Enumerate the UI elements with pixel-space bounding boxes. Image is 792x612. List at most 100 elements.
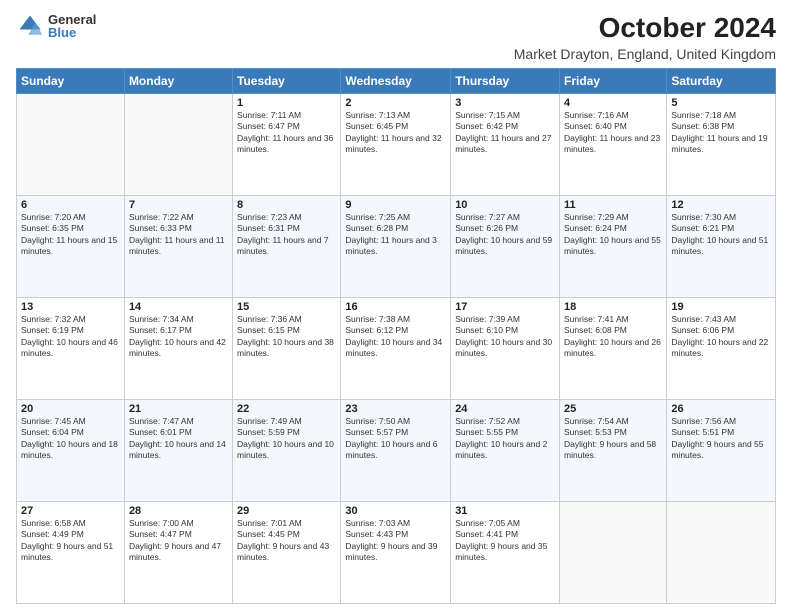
logo-blue-text: Blue	[48, 26, 96, 39]
cell-info: Sunrise: 7:29 AM Sunset: 6:24 PM Dayligh…	[564, 212, 662, 258]
cell-info: Sunrise: 7:22 AM Sunset: 6:33 PM Dayligh…	[129, 212, 228, 258]
day-number: 30	[345, 505, 446, 517]
calendar-cell: 12Sunrise: 7:30 AM Sunset: 6:21 PM Dayli…	[667, 196, 776, 298]
day-header-tuesday: Tuesday	[233, 69, 341, 94]
day-number: 12	[671, 199, 771, 211]
calendar-cell: 28Sunrise: 7:00 AM Sunset: 4:47 PM Dayli…	[124, 502, 232, 604]
cell-info: Sunrise: 7:45 AM Sunset: 6:04 PM Dayligh…	[21, 416, 120, 462]
calendar-cell	[560, 502, 667, 604]
logo-icon	[16, 12, 44, 40]
calendar-cell: 17Sunrise: 7:39 AM Sunset: 6:10 PM Dayli…	[451, 298, 560, 400]
calendar-table: SundayMondayTuesdayWednesdayThursdayFrid…	[16, 68, 776, 604]
calendar-cell: 23Sunrise: 7:50 AM Sunset: 5:57 PM Dayli…	[341, 400, 451, 502]
day-number: 18	[564, 301, 662, 313]
day-number: 9	[345, 199, 446, 211]
calendar-cell: 14Sunrise: 7:34 AM Sunset: 6:17 PM Dayli…	[124, 298, 232, 400]
cell-info: Sunrise: 7:54 AM Sunset: 5:53 PM Dayligh…	[564, 416, 662, 462]
day-number: 6	[21, 199, 120, 211]
day-number: 11	[564, 199, 662, 211]
cell-info: Sunrise: 7:50 AM Sunset: 5:57 PM Dayligh…	[345, 416, 446, 462]
subtitle: Market Drayton, England, United Kingdom	[514, 46, 776, 62]
day-number: 17	[455, 301, 555, 313]
calendar-cell: 13Sunrise: 7:32 AM Sunset: 6:19 PM Dayli…	[17, 298, 125, 400]
cell-info: Sunrise: 7:56 AM Sunset: 5:51 PM Dayligh…	[671, 416, 771, 462]
day-number: 29	[237, 505, 336, 517]
calendar-cell: 25Sunrise: 7:54 AM Sunset: 5:53 PM Dayli…	[560, 400, 667, 502]
day-number: 27	[21, 505, 120, 517]
calendar-cell: 1Sunrise: 7:11 AM Sunset: 6:47 PM Daylig…	[233, 94, 341, 196]
cell-info: Sunrise: 7:25 AM Sunset: 6:28 PM Dayligh…	[345, 212, 446, 258]
calendar-cell: 21Sunrise: 7:47 AM Sunset: 6:01 PM Dayli…	[124, 400, 232, 502]
calendar-cell: 29Sunrise: 7:01 AM Sunset: 4:45 PM Dayli…	[233, 502, 341, 604]
day-number: 24	[455, 403, 555, 415]
calendar-cell: 6Sunrise: 7:20 AM Sunset: 6:35 PM Daylig…	[17, 196, 125, 298]
cell-info: Sunrise: 7:00 AM Sunset: 4:47 PM Dayligh…	[129, 518, 228, 564]
logo: General Blue	[16, 12, 96, 40]
cell-info: Sunrise: 7:32 AM Sunset: 6:19 PM Dayligh…	[21, 314, 120, 360]
cell-info: Sunrise: 7:18 AM Sunset: 6:38 PM Dayligh…	[671, 110, 771, 156]
cell-info: Sunrise: 7:16 AM Sunset: 6:40 PM Dayligh…	[564, 110, 662, 156]
day-header-thursday: Thursday	[451, 69, 560, 94]
day-number: 13	[21, 301, 120, 313]
cell-info: Sunrise: 6:58 AM Sunset: 4:49 PM Dayligh…	[21, 518, 120, 564]
day-header-monday: Monday	[124, 69, 232, 94]
day-number: 16	[345, 301, 446, 313]
day-number: 22	[237, 403, 336, 415]
day-number: 21	[129, 403, 228, 415]
day-number: 4	[564, 97, 662, 109]
day-number: 23	[345, 403, 446, 415]
cell-info: Sunrise: 7:23 AM Sunset: 6:31 PM Dayligh…	[237, 212, 336, 258]
day-number: 14	[129, 301, 228, 313]
cell-info: Sunrise: 7:27 AM Sunset: 6:26 PM Dayligh…	[455, 212, 555, 258]
calendar-cell: 19Sunrise: 7:43 AM Sunset: 6:06 PM Dayli…	[667, 298, 776, 400]
calendar-cell: 4Sunrise: 7:16 AM Sunset: 6:40 PM Daylig…	[560, 94, 667, 196]
calendar-cell: 18Sunrise: 7:41 AM Sunset: 6:08 PM Dayli…	[560, 298, 667, 400]
calendar-cell: 9Sunrise: 7:25 AM Sunset: 6:28 PM Daylig…	[341, 196, 451, 298]
cell-info: Sunrise: 7:05 AM Sunset: 4:41 PM Dayligh…	[455, 518, 555, 564]
day-number: 3	[455, 97, 555, 109]
calendar-week-3: 13Sunrise: 7:32 AM Sunset: 6:19 PM Dayli…	[17, 298, 776, 400]
calendar-cell: 5Sunrise: 7:18 AM Sunset: 6:38 PM Daylig…	[667, 94, 776, 196]
calendar-cell	[17, 94, 125, 196]
cell-info: Sunrise: 7:30 AM Sunset: 6:21 PM Dayligh…	[671, 212, 771, 258]
calendar-week-4: 20Sunrise: 7:45 AM Sunset: 6:04 PM Dayli…	[17, 400, 776, 502]
calendar-cell: 20Sunrise: 7:45 AM Sunset: 6:04 PM Dayli…	[17, 400, 125, 502]
day-number: 26	[671, 403, 771, 415]
calendar-cell: 16Sunrise: 7:38 AM Sunset: 6:12 PM Dayli…	[341, 298, 451, 400]
day-number: 1	[237, 97, 336, 109]
logo-text: General Blue	[48, 13, 96, 39]
calendar-cell: 3Sunrise: 7:15 AM Sunset: 6:42 PM Daylig…	[451, 94, 560, 196]
cell-info: Sunrise: 7:41 AM Sunset: 6:08 PM Dayligh…	[564, 314, 662, 360]
calendar-cell: 30Sunrise: 7:03 AM Sunset: 4:43 PM Dayli…	[341, 502, 451, 604]
calendar-cell: 15Sunrise: 7:36 AM Sunset: 6:15 PM Dayli…	[233, 298, 341, 400]
calendar-cell: 26Sunrise: 7:56 AM Sunset: 5:51 PM Dayli…	[667, 400, 776, 502]
day-number: 20	[21, 403, 120, 415]
title-block: October 2024 Market Drayton, England, Un…	[514, 12, 776, 62]
calendar-header-row: SundayMondayTuesdayWednesdayThursdayFrid…	[17, 69, 776, 94]
calendar-week-2: 6Sunrise: 7:20 AM Sunset: 6:35 PM Daylig…	[17, 196, 776, 298]
calendar-cell	[124, 94, 232, 196]
calendar-cell: 2Sunrise: 7:13 AM Sunset: 6:45 PM Daylig…	[341, 94, 451, 196]
cell-info: Sunrise: 7:15 AM Sunset: 6:42 PM Dayligh…	[455, 110, 555, 156]
calendar-cell: 22Sunrise: 7:49 AM Sunset: 5:59 PM Dayli…	[233, 400, 341, 502]
day-number: 7	[129, 199, 228, 211]
cell-info: Sunrise: 7:11 AM Sunset: 6:47 PM Dayligh…	[237, 110, 336, 156]
cell-info: Sunrise: 7:34 AM Sunset: 6:17 PM Dayligh…	[129, 314, 228, 360]
main-title: October 2024	[514, 12, 776, 44]
page: General Blue October 2024 Market Drayton…	[0, 0, 792, 612]
calendar-cell: 11Sunrise: 7:29 AM Sunset: 6:24 PM Dayli…	[560, 196, 667, 298]
day-number: 19	[671, 301, 771, 313]
cell-info: Sunrise: 7:38 AM Sunset: 6:12 PM Dayligh…	[345, 314, 446, 360]
cell-info: Sunrise: 7:47 AM Sunset: 6:01 PM Dayligh…	[129, 416, 228, 462]
day-number: 2	[345, 97, 446, 109]
day-header-wednesday: Wednesday	[341, 69, 451, 94]
day-number: 10	[455, 199, 555, 211]
day-number: 5	[671, 97, 771, 109]
calendar-cell: 10Sunrise: 7:27 AM Sunset: 6:26 PM Dayli…	[451, 196, 560, 298]
day-number: 25	[564, 403, 662, 415]
cell-info: Sunrise: 7:03 AM Sunset: 4:43 PM Dayligh…	[345, 518, 446, 564]
cell-info: Sunrise: 7:49 AM Sunset: 5:59 PM Dayligh…	[237, 416, 336, 462]
calendar-cell	[667, 502, 776, 604]
calendar-cell: 8Sunrise: 7:23 AM Sunset: 6:31 PM Daylig…	[233, 196, 341, 298]
day-header-sunday: Sunday	[17, 69, 125, 94]
